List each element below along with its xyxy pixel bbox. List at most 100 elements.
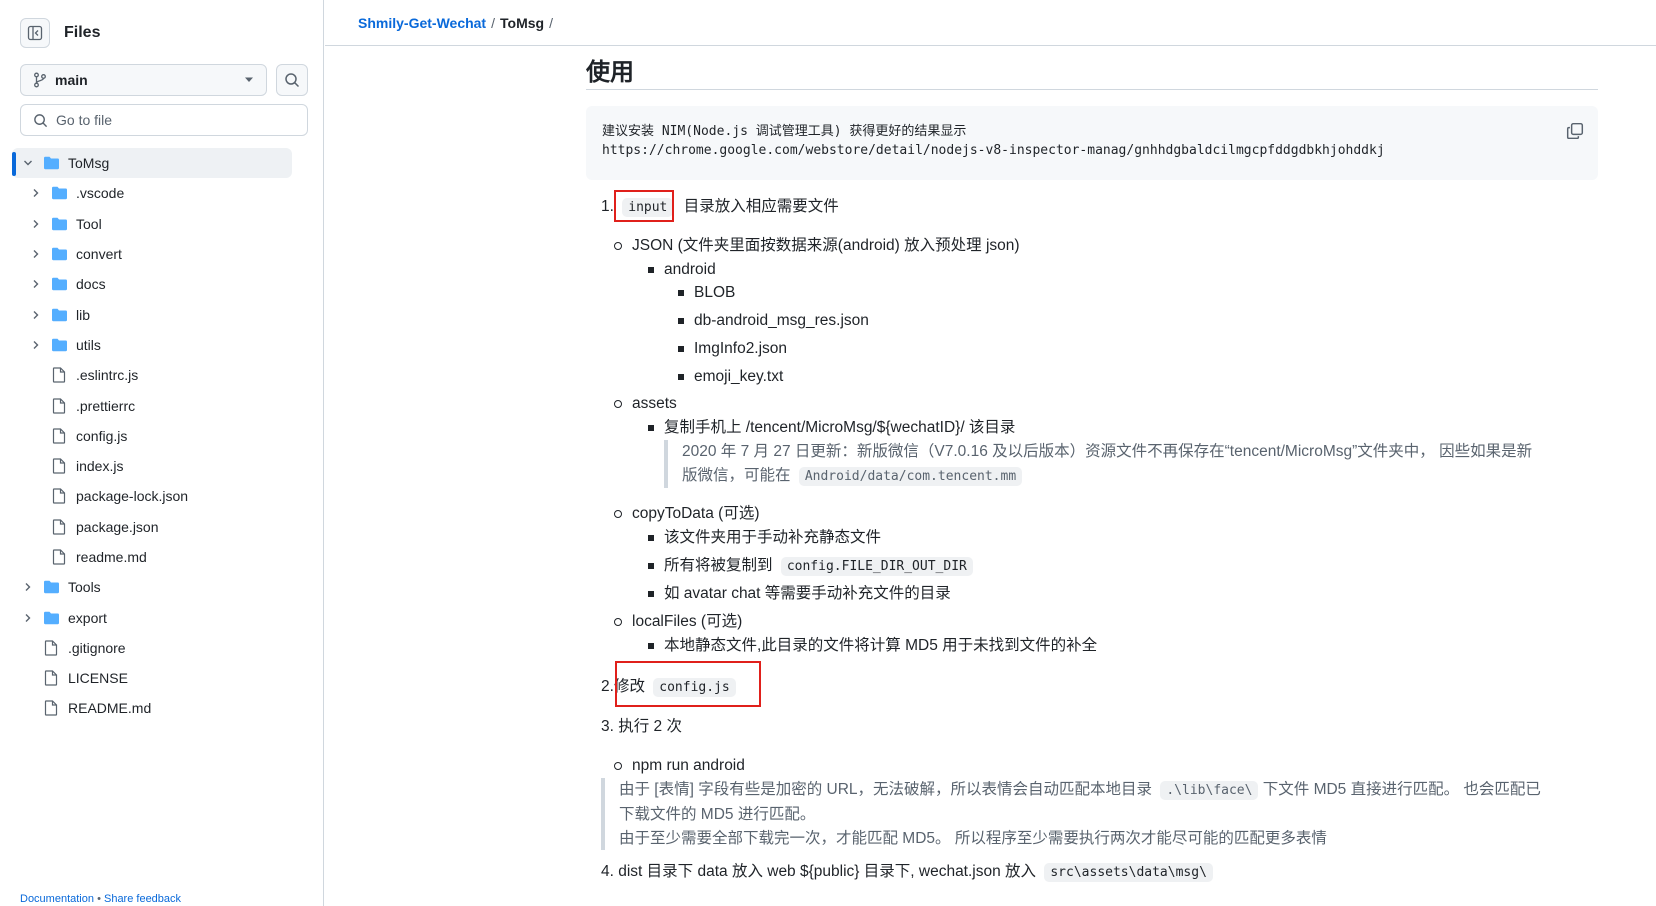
blob-text: BLOB [694,284,736,301]
square-bullet [678,318,684,324]
tree-item-label: ToMsg [68,155,110,172]
assets-text: assets [632,395,677,412]
tree-chevron[interactable] [28,276,44,292]
tree-item-label: lib [76,306,91,323]
tree-item-label: docs [76,276,106,293]
tree-item-label: index.js [76,458,124,475]
tree-item-folder[interactable]: .vscode [12,178,312,208]
branch-selector[interactable]: main [20,64,267,96]
go-to-file-input[interactable] [56,112,286,128]
db-json-text: db-android_msg_res.json [694,312,869,329]
ctd-3-text: 如 avatar chat 等需要手动补充文件的目录 [664,585,951,602]
square-bullet [648,425,654,431]
localfiles-text: localFiles (可选) [632,613,743,630]
square-bullet [648,563,654,569]
file-icon [52,428,66,444]
tree-item-folder[interactable]: Tool [12,209,312,239]
folder-icon-wrap [50,276,68,292]
tree-item-file[interactable]: .gitignore [12,633,312,663]
list-item-imginfo: ImgInfo2.json [678,337,787,361]
go-to-file-box[interactable] [20,104,308,136]
list-item-step-3: 3. 执行 2 次 [601,718,682,735]
tree-item-file[interactable]: index.js [12,451,312,481]
tree-item-file[interactable]: .prettierrc [12,390,312,420]
file-icon [52,519,66,535]
breadcrumb-separator: / [491,14,495,31]
square-bullet [678,346,684,352]
quote-2-line-1: 由于 [表情] 字段有些是加密的 URL，无法破解，所以表情会自动匹配本地目录 [619,781,1153,798]
tree-chevron[interactable] [28,185,44,201]
tree-item-folder[interactable]: export [12,602,312,632]
list-item-emoji: emoji_key.txt [678,365,784,389]
copytodata-text: copyToData (可选) [632,505,760,522]
list-item-lf-1: 本地静态文件,此目录的文件将计算 MD5 用于未找到文件的补全 [648,634,1097,658]
tree-chevron[interactable] [28,216,44,232]
circle-bullet [614,762,622,770]
code-block: 建议安装 NIM(Node.js 调试管理工具) 获得更好的结果显示 https… [586,106,1598,180]
chevron-right-icon [33,280,39,289]
tree-item-folder[interactable]: convert [12,239,312,269]
tree-chevron[interactable] [28,246,44,262]
tree-item-label: package.json [76,518,159,535]
quote-2-line-2: 下载文件的 MD5 进行匹配。 [619,806,816,823]
file-icon-wrap [50,367,68,383]
tree-item-file[interactable]: README.md [12,693,312,723]
tree-item-label: .prettierrc [76,397,136,414]
tree-chevron [20,640,36,656]
folder-icon [51,247,67,261]
chevron-right-icon [33,189,39,198]
search-files-button[interactable] [276,64,308,96]
sidebar-title: Files [64,24,101,41]
copy-code-button[interactable] [1566,122,1584,140]
file-icon [44,670,58,686]
tree-chevron[interactable] [28,307,44,323]
tree-item-file[interactable]: config.js [12,421,312,451]
folder-icon [43,581,59,594]
inline-code-android-data: Android/data/com.tencent.mm [798,467,1023,486]
tree-item-folder[interactable]: lib [12,299,312,329]
tree-item-file[interactable]: readme.md [12,542,312,572]
tree-item-label: .gitignore [68,639,126,656]
file-icon [44,700,58,717]
tree-item-folder[interactable]: Tools [12,572,312,602]
list-item-json: JSON (文件夹里面按数据来源(android) 放入预处理 json) [614,234,1020,258]
tree-item-file[interactable]: .eslintrc.js [12,360,312,390]
tree-item-file[interactable]: package-lock.json [12,481,312,511]
documentation-link[interactable]: Documentation [20,893,94,905]
branch-name: main [55,72,88,88]
code-line-1: 建议安装 NIM(Node.js 调试管理工具) 获得更好的结果显示 [602,124,967,139]
tree-item-label: convert [76,246,122,263]
tree-item-folder[interactable]: utils [12,330,312,360]
tree-item-label: README.md [68,700,152,717]
folder-icon-wrap [50,216,68,232]
tree-item-folder[interactable]: ToMsg [12,148,292,179]
tree-item-label: Tools [68,579,101,596]
inline-code-file-dir: config.FILE_DIR_OUT_DIR [780,557,973,576]
breadcrumb-repo-link[interactable]: Shmily-Get-Wechat [358,15,486,31]
tree-chevron[interactable] [20,155,36,171]
share-feedback-link[interactable]: Share feedback [104,893,181,905]
tree-chevron[interactable] [28,337,44,353]
file-tree-sidebar: Files main ToMsg .vscode Tool convert docs li… [0,0,324,906]
tree-item-folder[interactable]: docs [12,269,312,299]
breadcrumb-trailing-separator: / [549,14,553,31]
list-item-localfiles: localFiles (可选) [614,610,743,634]
chevron-right-icon [33,250,39,259]
tree-item-file[interactable]: package.json [12,512,312,542]
tree-chevron[interactable] [20,610,36,626]
tree-item-file[interactable]: LICENSE [12,663,312,693]
file-icon-wrap [42,640,60,656]
emoji-text: emoji_key.txt [694,368,784,385]
collapse-sidebar-button[interactable] [20,18,50,48]
chevron-right-icon [33,219,39,228]
footer-separator: • [97,893,101,905]
tree-chevron[interactable] [20,579,36,595]
tree-item-label: readme.md [76,549,147,565]
file-icon [52,488,66,505]
sidebar-collapse-icon [27,25,43,41]
tree-item-label: Tool [76,215,102,232]
square-bullet [648,535,654,541]
ctd-2-text: 所有将被复制到 [664,557,773,574]
tree-chevron [28,549,44,565]
tree-chevron [28,428,44,444]
